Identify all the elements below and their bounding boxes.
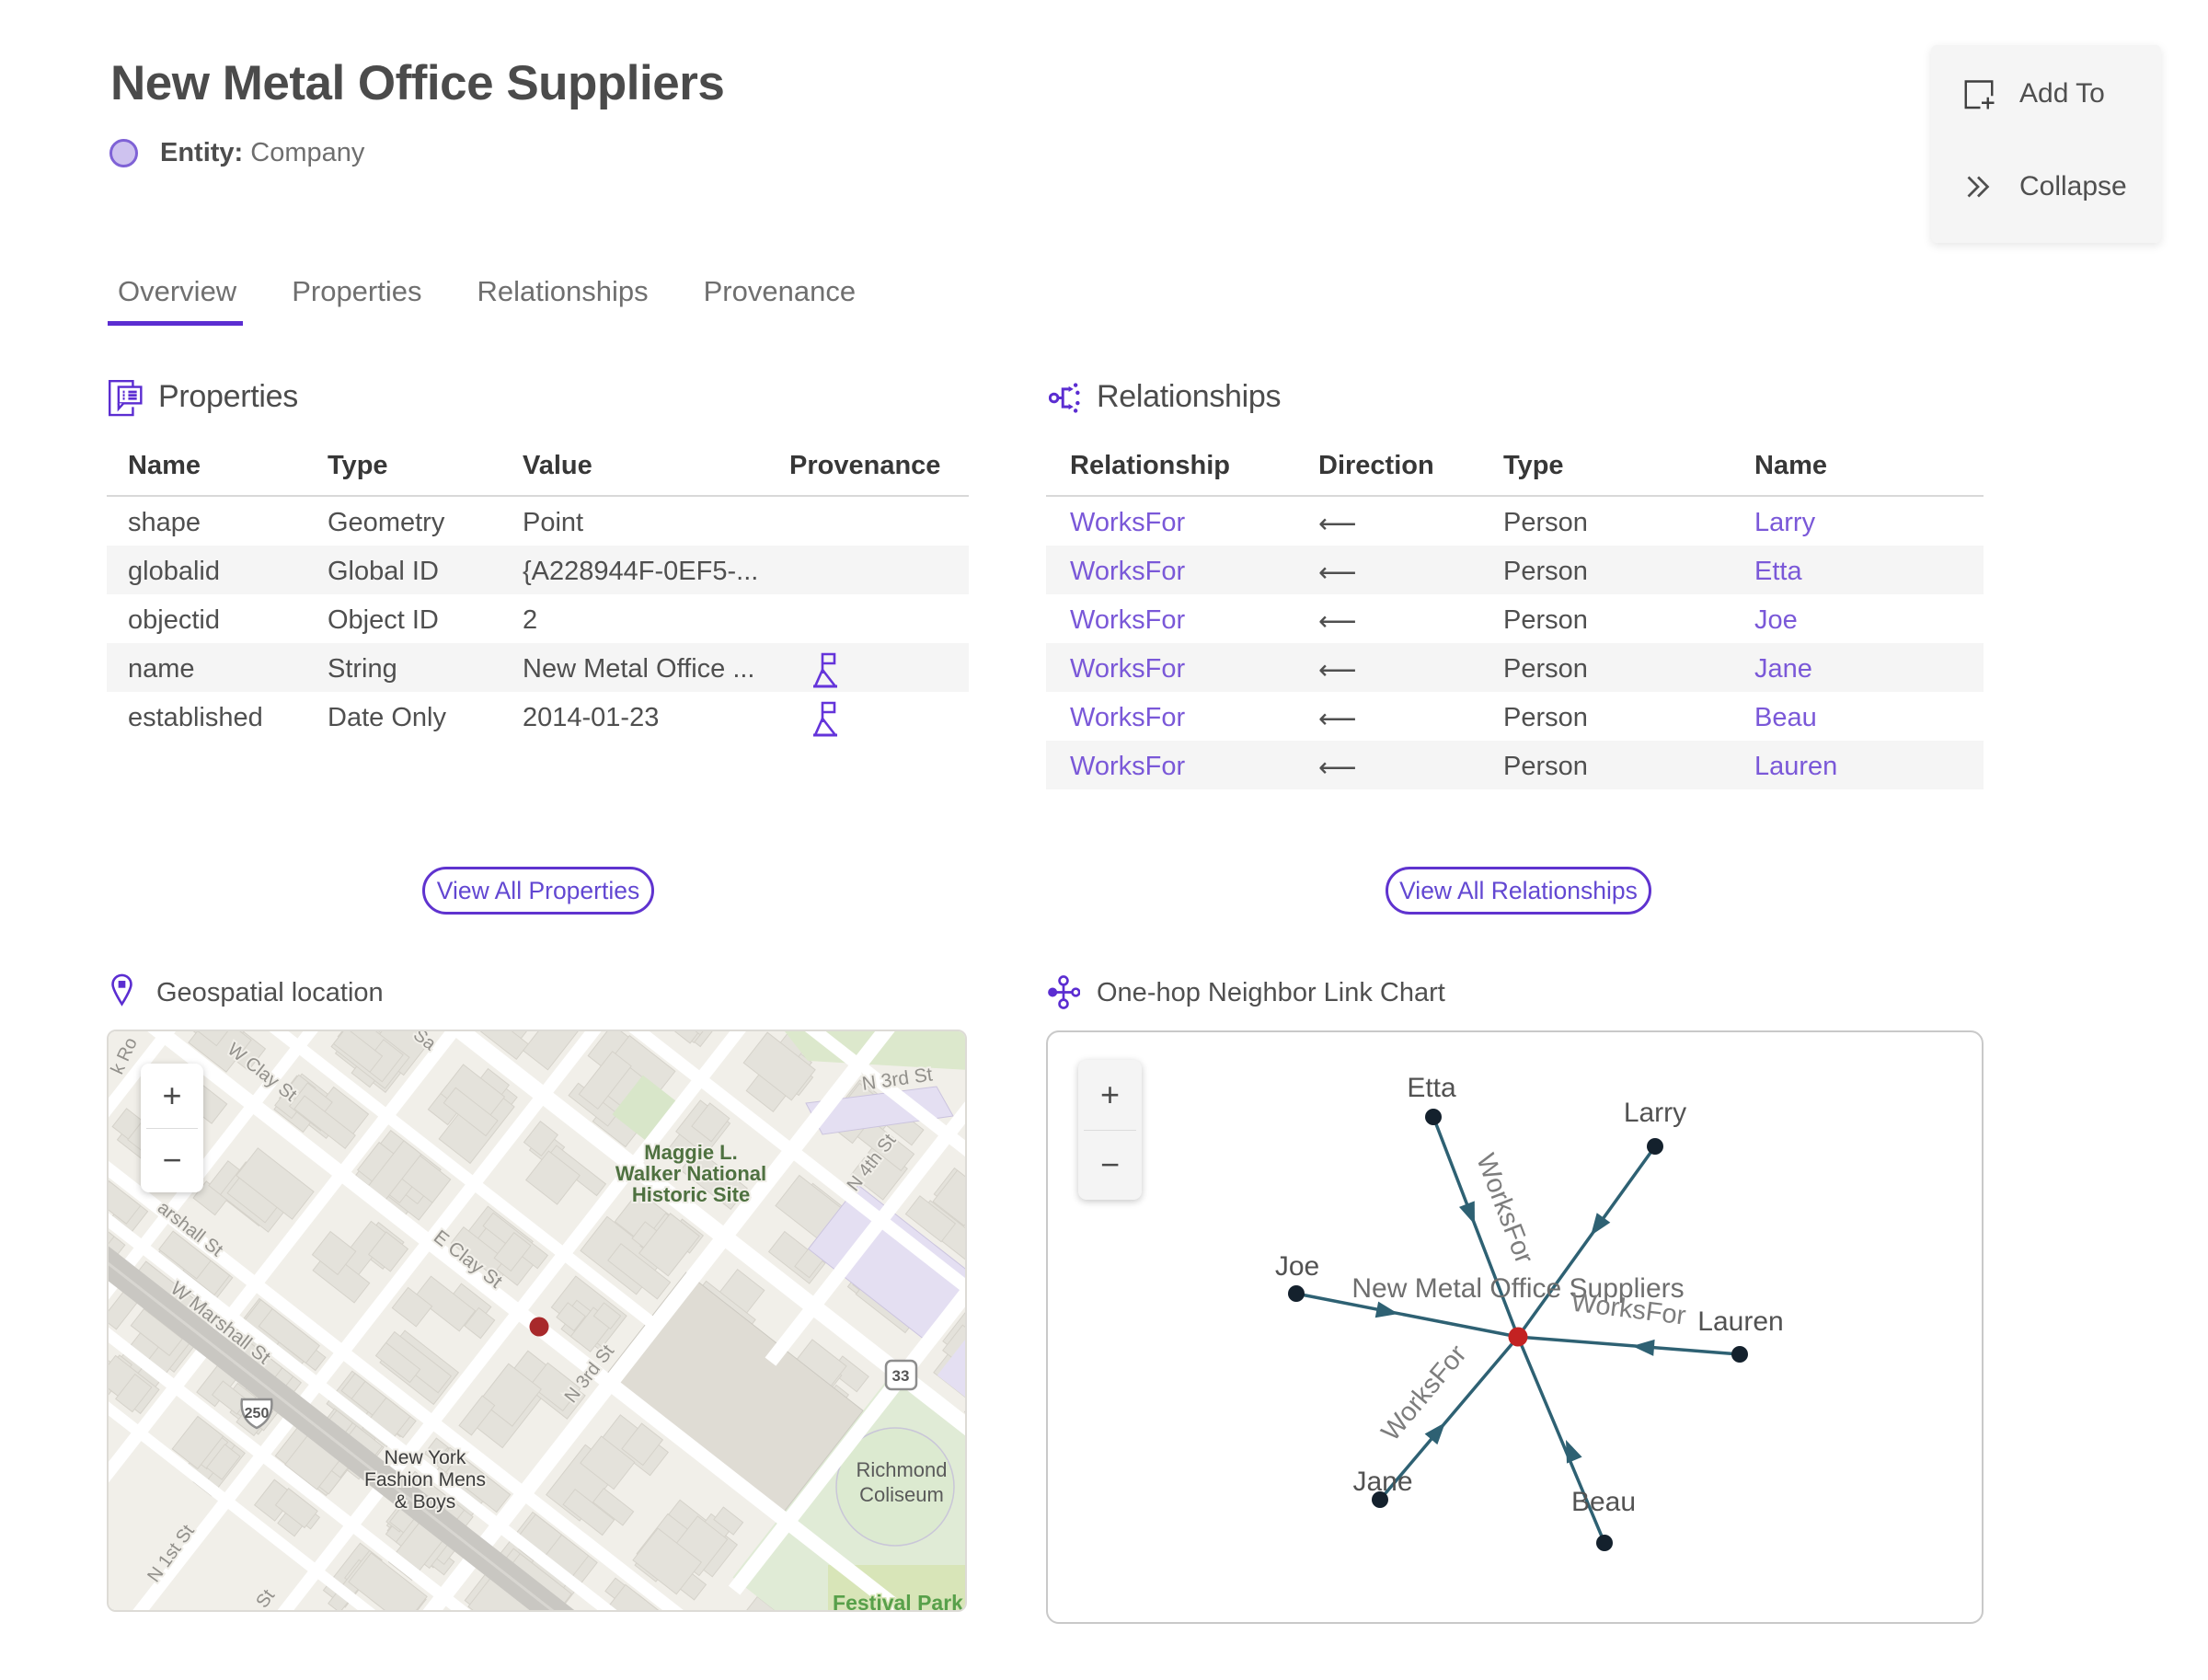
svg-text:WorksFor: WorksFor <box>1470 1150 1539 1269</box>
svg-text:Coliseum: Coliseum <box>859 1483 944 1506</box>
svg-text:Richmond: Richmond <box>856 1458 947 1481</box>
svg-text:250: 250 <box>245 1406 270 1421</box>
svg-text:Lauren: Lauren <box>1697 1306 1783 1337</box>
svg-text:Festival Park: Festival Park <box>833 1591 963 1612</box>
svg-text:33: 33 <box>892 1367 910 1385</box>
svg-text:Fashion Mens: Fashion Mens <box>364 1469 486 1490</box>
svg-text:Jane: Jane <box>1352 1467 1412 1497</box>
svg-text:Joe: Joe <box>1275 1251 1319 1282</box>
svg-text:Etta: Etta <box>1407 1073 1456 1103</box>
svg-text:Larry: Larry <box>1624 1098 1686 1128</box>
svg-text:Walker National: Walker National <box>615 1162 766 1185</box>
svg-text:Maggie L.: Maggie L. <box>644 1141 737 1164</box>
svg-text:WorksFor: WorksFor <box>1376 1340 1473 1447</box>
svg-text:Historic Site: Historic Site <box>632 1183 750 1206</box>
svg-text:& Boys: & Boys <box>395 1491 456 1513</box>
svg-text:Beau: Beau <box>1571 1487 1636 1517</box>
svg-text:New York: New York <box>385 1447 466 1468</box>
